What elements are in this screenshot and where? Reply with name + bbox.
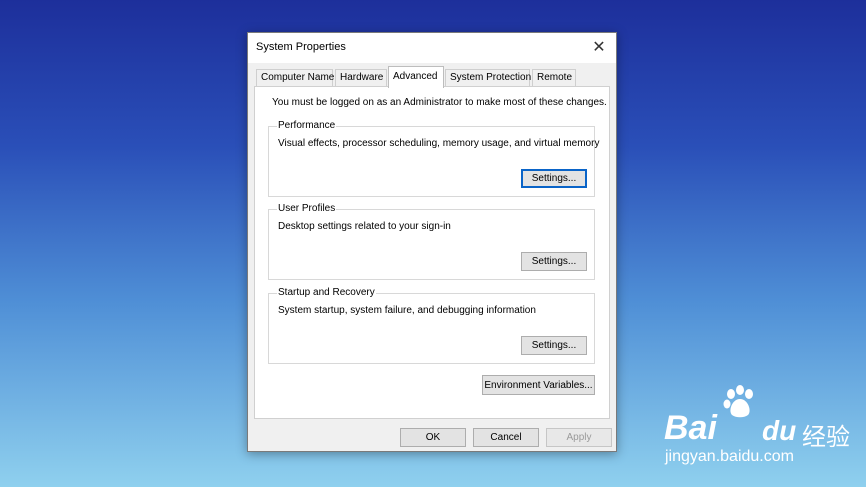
performance-label: Performance <box>277 120 337 131</box>
user-profiles-group: User Profiles Desktop settings related t… <box>268 203 595 280</box>
watermark-brand-suffix: du <box>762 415 797 446</box>
performance-group: Performance Visual effects, processor sc… <box>268 120 599 197</box>
apply-button[interactable]: Apply <box>546 428 612 447</box>
performance-description: Visual effects, processor scheduling, me… <box>278 138 600 149</box>
watermark-cn: 经验 <box>802 424 850 451</box>
startup-recovery-group: Startup and Recovery System startup, sys… <box>268 287 595 364</box>
tab-hardware[interactable]: Hardware <box>335 69 387 86</box>
ok-button[interactable]: OK <box>400 428 466 447</box>
system-properties-dialog: System Properties ✕ Computer Name Hardwa… <box>247 32 617 452</box>
startup-recovery-settings-button[interactable]: Settings... <box>521 336 587 355</box>
watermark-brand: Bai <box>664 409 717 447</box>
close-icon[interactable]: ✕ <box>588 37 610 59</box>
tab-computer-name[interactable]: Computer Name <box>256 69 334 86</box>
cancel-button[interactable]: Cancel <box>473 428 539 447</box>
tab-advanced[interactable]: Advanced <box>388 66 444 88</box>
watermark-url: jingyan.baidu.com <box>665 448 794 465</box>
tab-system-protection[interactable]: System Protection <box>445 69 531 86</box>
admin-notice: You must be logged on as an Administrato… <box>272 97 607 108</box>
dialog-title: System Properties <box>256 41 346 53</box>
performance-settings-button[interactable]: Settings... <box>521 169 587 188</box>
startup-recovery-label: Startup and Recovery <box>277 287 376 298</box>
user-profiles-settings-button[interactable]: Settings... <box>521 252 587 271</box>
baidu-jingyan-watermark: Bai du 经验 jingyan.baidu.com <box>662 385 862 475</box>
tab-remote[interactable]: Remote <box>532 69 576 86</box>
paw-logo-icon <box>723 385 753 418</box>
user-profiles-label: User Profiles <box>277 203 337 214</box>
environment-variables-button[interactable]: Environment Variables... <box>482 375 595 395</box>
startup-recovery-description: System startup, system failure, and debu… <box>278 305 536 316</box>
user-profiles-description: Desktop settings related to your sign-in <box>278 221 451 232</box>
title-bar[interactable]: System Properties ✕ <box>248 33 616 63</box>
advanced-tab-panel: You must be logged on as an Administrato… <box>254 86 610 419</box>
